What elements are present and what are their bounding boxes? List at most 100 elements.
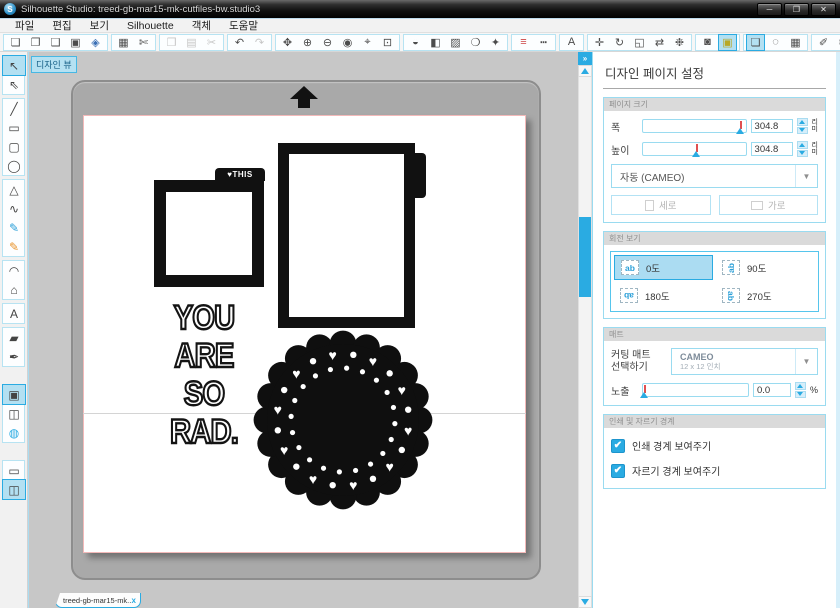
- checkbox-checked-icon[interactable]: ✔: [611, 463, 625, 478]
- trace-view-icon[interactable]: ◫: [3, 404, 25, 423]
- mirror-icon[interactable]: ⇄: [651, 35, 668, 50]
- polygon-tool-icon[interactable]: △: [3, 180, 25, 199]
- fill-gradient-icon[interactable]: ◧: [427, 35, 444, 50]
- rotate-0도-button[interactable]: ab 0도: [614, 255, 713, 280]
- knife-tool-icon[interactable]: ✒: [3, 347, 25, 366]
- text-style-icon[interactable]: A: [563, 35, 580, 50]
- large-frame-shape[interactable]: [278, 143, 415, 328]
- modify-icon[interactable]: ❉: [671, 35, 688, 50]
- menu-item-1[interactable]: 편집: [43, 18, 80, 33]
- send-to-silhouette-icon[interactable]: ✄: [135, 35, 152, 50]
- menu-item-5[interactable]: 도움말: [220, 18, 267, 33]
- smooth-draw-tool-icon[interactable]: ✎: [3, 237, 25, 256]
- design-page-settings-icon[interactable]: ❏: [746, 33, 765, 51]
- height-stepper[interactable]: [796, 141, 808, 157]
- arc-tool-icon[interactable]: ◠: [3, 261, 25, 280]
- drag-zoom-icon[interactable]: ⌖: [359, 35, 376, 50]
- reveal-slider[interactable]: [640, 383, 749, 398]
- menu-item-3[interactable]: Silhouette: [118, 20, 183, 32]
- offset-icon[interactable]: ✦: [487, 35, 504, 50]
- save-to-library-icon[interactable]: ◈: [87, 35, 104, 50]
- print-icon[interactable]: ▦: [115, 35, 132, 50]
- fill-pattern-icon[interactable]: ▨: [447, 35, 464, 50]
- draw-tool-icon[interactable]: ✎: [3, 218, 25, 237]
- document-tab-close-icon[interactable]: x: [132, 596, 136, 605]
- zoom-selection-icon[interactable]: ◉: [339, 35, 356, 50]
- line-tool-icon[interactable]: ╱: [3, 99, 25, 118]
- point-edit-tool-icon[interactable]: ⇖: [3, 75, 25, 94]
- portrait-button[interactable]: 세로: [611, 195, 711, 215]
- width-slider-handle[interactable]: [736, 120, 745, 134]
- eraser-icon[interactable]: ✐: [815, 35, 832, 50]
- store-view-icon[interactable]: ◍: [3, 423, 25, 442]
- undo-icon[interactable]: ↶: [231, 35, 248, 50]
- scroll-up-button[interactable]: [578, 65, 592, 77]
- panel-collapse-button[interactable]: »: [578, 52, 592, 65]
- zoom-in-icon[interactable]: ⊕: [299, 35, 316, 50]
- cutter-icon[interactable]: ✄: [835, 35, 840, 50]
- rotate-90도-button[interactable]: ab 90도: [716, 255, 815, 280]
- open-library-icon[interactable]: ❑: [47, 35, 64, 50]
- text-tool-icon[interactable]: A: [3, 304, 25, 323]
- document-tab[interactable]: treed-gb-mar15-mk... x: [55, 593, 141, 608]
- width-input[interactable]: 304.8: [750, 119, 793, 133]
- scroll-down-button[interactable]: [578, 596, 592, 608]
- rotate-180도-button[interactable]: ab 180도: [614, 283, 713, 308]
- save-icon[interactable]: ▣: [67, 35, 84, 50]
- ellipse-tool-icon[interactable]: ◯: [3, 156, 25, 175]
- line-style-icon[interactable]: ┅: [535, 35, 552, 50]
- design-canvas[interactable]: 디자인 뷰 ♥THIS YOU ARE SO RAD. ♥ ♥ ♥ ♥ ♥ ♥ ♥ ♥ ♥ ♥ tree…: [28, 52, 578, 608]
- zoom-out-icon[interactable]: ⊖: [319, 35, 336, 50]
- rectangle-tool-icon[interactable]: ▭: [3, 118, 25, 137]
- registration-marks-icon[interactable]: ◌: [767, 35, 784, 50]
- width-stepper[interactable]: [796, 118, 808, 134]
- cutting-mat-dropdown[interactable]: CAMEO 12 x 12 인치 ▼: [671, 348, 818, 375]
- menu-item-2[interactable]: 보기: [81, 18, 118, 33]
- close-button[interactable]: ✕: [811, 2, 836, 16]
- scrollbar-track[interactable]: [578, 77, 592, 596]
- reveal-stepper[interactable]: [794, 382, 806, 398]
- select-tool-icon[interactable]: ↖: [2, 55, 26, 76]
- rotate-icon[interactable]: ↻: [611, 35, 628, 50]
- frame-tab-heart-this[interactable]: ♥THIS: [215, 168, 265, 181]
- height-slider-handle[interactable]: [692, 143, 701, 157]
- scale-icon[interactable]: ◱: [631, 35, 648, 50]
- pixscan-icon[interactable]: ◙: [699, 35, 716, 50]
- width-unit-label: 리미: [811, 118, 818, 134]
- fit-to-page-icon[interactable]: ⊡: [379, 35, 396, 50]
- reveal-input[interactable]: 0.0: [752, 383, 791, 397]
- scrollbar-thumb[interactable]: [579, 217, 591, 297]
- maximize-button[interactable]: ❐: [784, 2, 809, 16]
- new-document-icon[interactable]: ❏: [7, 35, 24, 50]
- pixscan-view-icon[interactable]: ▣: [2, 384, 26, 405]
- menu-item-4[interactable]: 객체: [183, 18, 220, 33]
- line-color-icon[interactable]: ≡: [515, 35, 532, 50]
- layout-panels-view-icon[interactable]: ◫: [2, 479, 26, 500]
- rounded-rectangle-tool-icon[interactable]: ▢: [3, 137, 25, 156]
- eraser-tool-icon[interactable]: ▰: [3, 328, 25, 347]
- pan-icon[interactable]: ✥: [279, 35, 296, 50]
- you-are-so-rad-text[interactable]: YOU ARE SO RAD.: [152, 298, 255, 452]
- rotate-270도-button[interactable]: ab 270도: [716, 283, 815, 308]
- grid-settings-icon[interactable]: ▦: [787, 35, 804, 50]
- landscape-button[interactable]: 가로: [718, 195, 818, 215]
- regular-polygon-tool-icon[interactable]: ⌂: [3, 280, 25, 299]
- reveal-slider-handle[interactable]: [640, 384, 649, 398]
- width-slider[interactable]: [642, 119, 747, 134]
- menu-item-0[interactable]: 파일: [6, 18, 43, 33]
- page-preset-dropdown[interactable]: 자동 (CAMEO) ▼: [611, 164, 818, 188]
- height-slider[interactable]: [642, 142, 747, 157]
- minimize-button[interactable]: ─: [757, 2, 782, 16]
- curve-tool-icon[interactable]: ∿: [3, 199, 25, 218]
- large-frame-side-tab[interactable]: [414, 153, 426, 198]
- layout-single-view-icon[interactable]: ▭: [3, 461, 25, 480]
- open-file-icon[interactable]: ❐: [27, 35, 44, 50]
- trace-icon[interactable]: ❍: [467, 35, 484, 50]
- height-input[interactable]: 304.8: [750, 142, 793, 156]
- design-emblem-icon[interactable]: ▣: [718, 33, 737, 51]
- checkbox-checked-icon[interactable]: ✔: [611, 438, 625, 453]
- doily-circle-shape[interactable]: ♥ ♥ ♥ ♥ ♥ ♥ ♥ ♥ ♥ ♥: [247, 324, 439, 516]
- fill-color-icon[interactable]: ◒: [407, 35, 424, 50]
- move-icon[interactable]: ✛: [591, 35, 608, 50]
- square-frame-shape[interactable]: [154, 180, 264, 287]
